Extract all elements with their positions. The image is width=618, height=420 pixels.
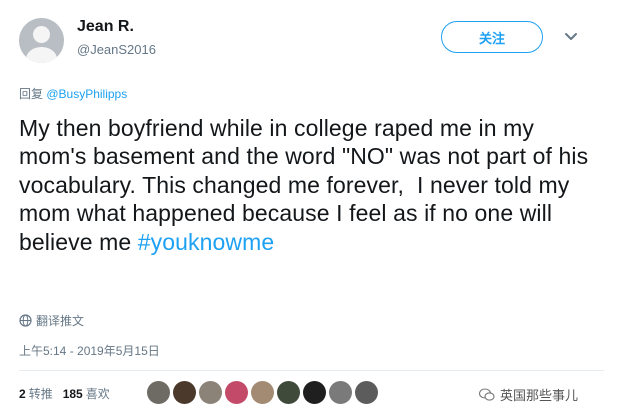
reply-prefix: 回复 [19, 87, 47, 101]
translate-label: 翻译推文 [36, 314, 85, 328]
tweet-timestamp[interactable]: 上午5:14 - 2019年5月15日 [19, 342, 160, 359]
user-handle[interactable]: @JeanS2016 [77, 42, 156, 57]
liker-avatar-3[interactable] [199, 381, 222, 404]
liker-avatar-1[interactable] [147, 381, 170, 404]
like-count[interactable]: 185 喜欢 [63, 385, 110, 402]
watermark-text: 英国那些事儿 [500, 388, 579, 403]
avatar-head-shape [33, 26, 50, 43]
watermark: 英国那些事儿 [479, 385, 578, 404]
liker-avatar-8[interactable] [329, 381, 352, 404]
tweet-body: My then boyfriend while in college raped… [19, 115, 595, 255]
follow-button[interactable]: 关注 [441, 21, 543, 53]
wechat-icon [479, 387, 495, 401]
reply-mention-link[interactable]: @BusyPhilipps [46, 87, 127, 101]
liker-avatar-2[interactable] [173, 381, 196, 404]
liker-avatar-4[interactable] [225, 381, 248, 404]
divider [19, 370, 604, 371]
globe-icon [19, 314, 32, 327]
tweet-stats: 2 转推 185 喜欢 [19, 385, 110, 402]
chevron-down-icon[interactable] [563, 30, 579, 44]
user-avatar[interactable] [19, 18, 64, 63]
reply-context: 回复 @BusyPhilipps [19, 85, 127, 102]
hashtag-link[interactable]: #youknowme [138, 229, 275, 255]
tweet-text: My then boyfriend while in college raped… [19, 114, 604, 256]
display-name[interactable]: Jean R. [77, 18, 134, 36]
retweet-count[interactable]: 2 转推 [19, 385, 53, 402]
liker-avatar-5[interactable] [251, 381, 274, 404]
liker-avatar-7[interactable] [303, 381, 326, 404]
translate-tweet-link[interactable]: 翻译推文 [19, 312, 84, 329]
liker-avatars [147, 381, 378, 404]
liker-avatar-6[interactable] [277, 381, 300, 404]
liker-avatar-9[interactable] [355, 381, 378, 404]
avatar-body-shape [26, 47, 57, 63]
